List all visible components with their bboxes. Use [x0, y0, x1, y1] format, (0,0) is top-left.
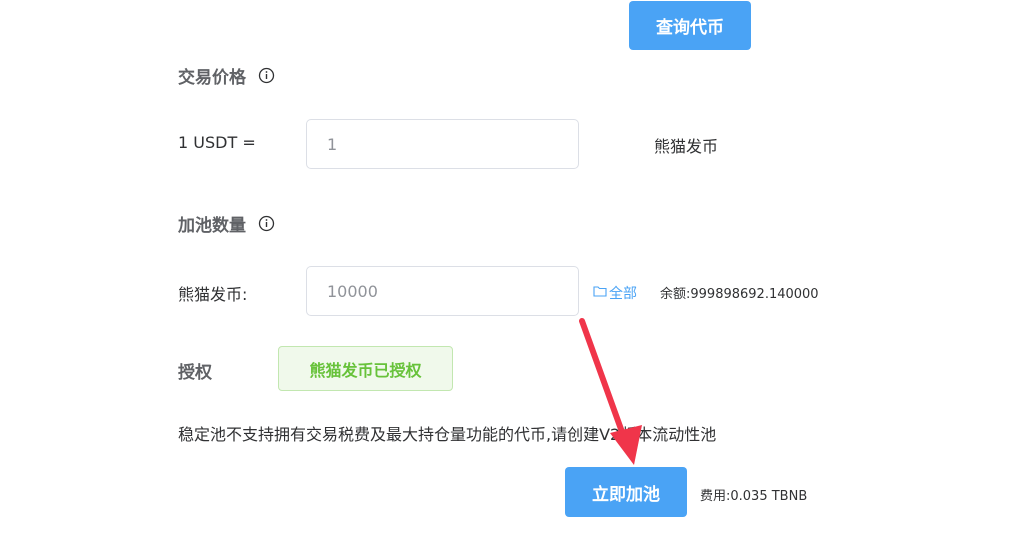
- all-amount-link[interactable]: 全部: [593, 283, 637, 303]
- all-link-label: 全部: [609, 286, 637, 302]
- authorized-status-button[interactable]: 熊猫发币已授权: [278, 346, 453, 391]
- fee-text: 费用:0.035 TBNB: [700, 489, 808, 504]
- amount-section-label: 加池数量: [178, 215, 246, 236]
- price-base-label: 1 USDT =: [178, 133, 256, 152]
- info-circle-icon[interactable]: [258, 67, 275, 84]
- price-quote-token: 熊猫发币: [654, 137, 719, 156]
- amount-section-header: 加池数量: [178, 211, 275, 236]
- folder-icon: [593, 285, 607, 301]
- price-section-label: 交易价格: [178, 67, 246, 88]
- amount-token-label: 熊猫发币:: [178, 285, 248, 304]
- authorize-label: 授权: [178, 362, 212, 383]
- query-token-button[interactable]: 查询代币: [629, 1, 751, 50]
- price-section-header: 交易价格: [178, 63, 275, 88]
- red-arrow-annotation: [579, 318, 642, 465]
- balance-text: 余额:999898692.140000: [660, 287, 819, 302]
- price-input[interactable]: [306, 119, 579, 169]
- info-circle-icon[interactable]: [258, 215, 275, 232]
- amount-input[interactable]: [306, 266, 579, 316]
